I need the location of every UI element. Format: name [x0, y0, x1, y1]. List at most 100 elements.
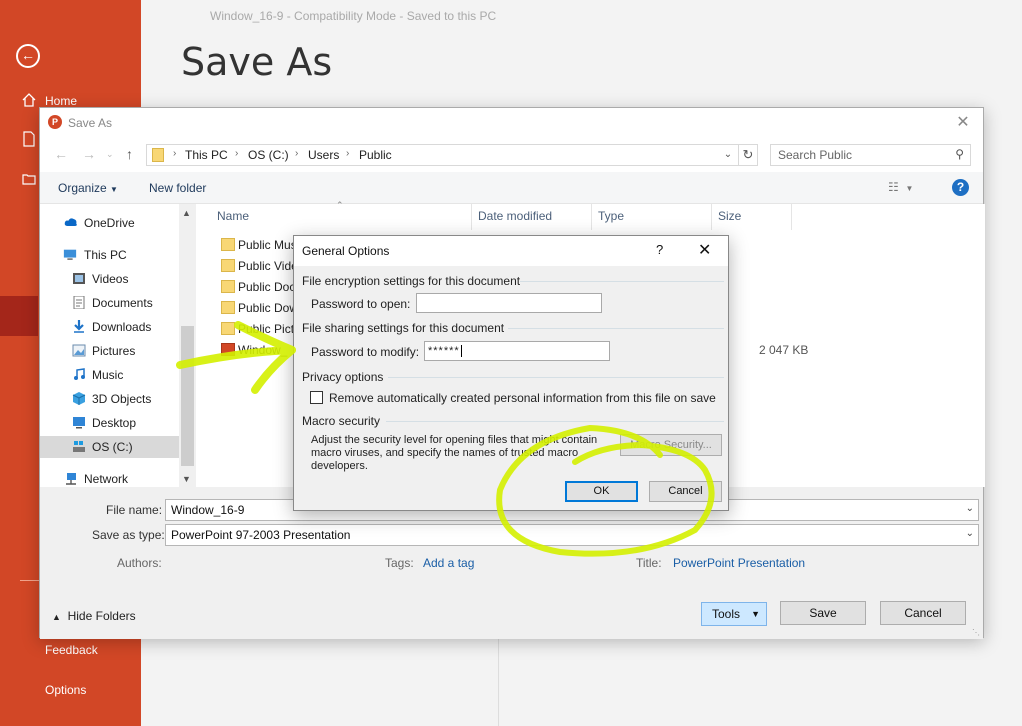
column-header-size[interactable]: Size — [718, 209, 741, 223]
sidebar-item-onedrive[interactable]: OneDrive — [40, 212, 179, 234]
divider — [20, 580, 40, 581]
search-input[interactable]: Search Public ⚲ — [770, 144, 971, 166]
sidebar-item-label: OS (C:) — [92, 440, 133, 454]
title-label: Title: — [636, 556, 662, 570]
refresh-icon[interactable]: ↻ — [738, 144, 758, 166]
password-modify-value: ****** — [428, 345, 460, 357]
drive-icon — [73, 441, 85, 452]
macro-description: Adjust the security level for opening fi… — [311, 434, 598, 472]
sidebar-item-this-pc[interactable]: This PC — [40, 244, 179, 266]
save-as-type-select[interactable]: PowerPoint 97-2003 Presentation ⌄ — [165, 524, 979, 546]
back-arrow-icon[interactable]: ← — [16, 44, 40, 68]
sidebar-item-label: OneDrive — [84, 216, 135, 230]
remove-personal-info-checkbox[interactable] — [310, 391, 323, 404]
chevron-right-icon[interactable]: › — [295, 148, 298, 159]
folder-icon — [221, 238, 235, 251]
add-tag-link[interactable]: Add a tag — [423, 556, 474, 570]
chevron-down-icon[interactable]: ⌄ — [720, 144, 736, 166]
up-arrow-icon[interactable]: ↑ — [126, 146, 133, 162]
sidebar-item-desktop[interactable]: Desktop — [40, 412, 179, 434]
help-button[interactable]: ? — [656, 242, 663, 257]
backstage-selected-item[interactable] — [0, 296, 38, 336]
sidebar-item-3d-objects[interactable]: 3D Objects — [40, 388, 179, 410]
address-bar[interactable]: › This PC › OS (C:) › Users › Public — [146, 144, 758, 166]
network-icon — [66, 473, 76, 485]
close-icon[interactable]: ✕ — [953, 112, 973, 132]
powerpoint-file-icon — [221, 343, 235, 356]
search-icon[interactable]: ⚲ — [955, 147, 964, 161]
column-header-date[interactable]: Date modified — [478, 209, 552, 223]
breadcrumb-public[interactable]: Public — [359, 148, 392, 162]
password-modify-field[interactable]: ****** — [424, 341, 610, 361]
file-name-label: File name: — [106, 503, 163, 517]
chevron-right-icon[interactable]: › — [235, 148, 238, 159]
chevron-down-icon[interactable]: ⌄ — [966, 503, 974, 514]
chevron-down-icon[interactable]: ⌄ — [966, 528, 974, 539]
caret-down-icon: ▼ — [110, 185, 118, 194]
password-open-field[interactable] — [416, 293, 602, 313]
chevron-right-icon[interactable]: › — [173, 148, 176, 159]
close-icon[interactable]: ✕ — [698, 240, 711, 260]
tools-button[interactable]: Tools ▼ — [701, 602, 767, 626]
backstage-home[interactable]: Home — [45, 94, 77, 108]
column-header-type[interactable]: Type — [598, 209, 624, 223]
sidebar-item-pictures[interactable]: Pictures — [40, 340, 179, 362]
new-folder-button[interactable]: New folder — [149, 181, 206, 195]
folder-icon — [152, 148, 164, 162]
ok-button[interactable]: OK — [565, 481, 638, 502]
sidebar-item-documents[interactable]: Documents — [40, 292, 179, 314]
address-bar-row: ← → ⌄ ↑ › This PC › OS (C:) › Users › Pu… — [40, 138, 983, 172]
scroll-up-icon[interactable]: ▲ — [182, 208, 191, 218]
help-icon[interactable]: ? — [952, 179, 969, 196]
chevron-right-icon[interactable]: › — [346, 148, 349, 159]
macro-security-button[interactable]: Macro Security... — [620, 434, 722, 456]
general-options-dialog: General Options ? ✕ File encryption sett… — [293, 235, 729, 511]
forward-arrow-icon[interactable]: → — [82, 146, 96, 162]
hide-folders-label: Hide Folders — [67, 609, 136, 623]
tools-label: Tools — [712, 607, 741, 621]
save-button[interactable]: Save — [780, 601, 866, 625]
music-icon — [74, 368, 85, 380]
save-as-type-value: PowerPoint 97-2003 Presentation — [171, 528, 351, 542]
scrollbar-thumb[interactable] — [181, 326, 194, 466]
search-placeholder: Search Public — [778, 148, 853, 162]
navigation-pane: OneDrive This PC Videos Documents Downlo… — [40, 204, 196, 487]
sidebar-item-videos[interactable]: Videos — [40, 268, 179, 290]
file-name: Public Pict — [238, 322, 295, 336]
sidebar-item-downloads[interactable]: Downloads — [40, 316, 179, 338]
resize-grip-icon[interactable]: ⋱ — [972, 628, 980, 637]
backstage-options[interactable]: Options — [45, 683, 86, 697]
cancel-button[interactable]: Cancel — [880, 601, 966, 625]
authors-label: Authors: — [117, 556, 162, 570]
sidebar-item-label: Desktop — [92, 416, 137, 430]
organize-label: Organize — [58, 181, 107, 195]
macro-heading: Macro security — [302, 414, 381, 428]
scroll-down-icon[interactable]: ▼ — [182, 474, 191, 484]
organize-button[interactable]: Organize ▼ — [58, 181, 118, 195]
scrollbar[interactable]: ▲ ▼ — [179, 204, 196, 487]
divider — [591, 204, 592, 230]
sidebar-item-music[interactable]: Music — [40, 364, 179, 386]
breadcrumb-os-c[interactable]: OS (C:) — [248, 148, 289, 162]
breadcrumb-users[interactable]: Users — [308, 148, 339, 162]
privacy-heading: Privacy options — [302, 370, 384, 384]
view-options-icon[interactable]: ☷ ▼ — [888, 180, 913, 194]
recent-locations-icon[interactable]: ⌄ — [106, 149, 114, 160]
divider — [508, 328, 724, 329]
cancel-button[interactable]: Cancel — [649, 481, 722, 502]
title-link[interactable]: PowerPoint Presentation — [673, 556, 805, 570]
password-modify-label: Password to modify: — [311, 345, 420, 359]
file-size: 2 047 KB — [759, 343, 809, 357]
dialog-title: General Options — [302, 244, 390, 258]
command-bar: Organize ▼ New folder ☷ ▼ ? — [40, 172, 983, 204]
file-name-value: Window_16-9 — [171, 503, 245, 517]
hide-folders-button[interactable]: ▲ Hide Folders — [52, 609, 136, 623]
cloud-icon — [64, 218, 77, 226]
back-arrow-icon[interactable]: ← — [54, 146, 68, 162]
column-header-name[interactable]: Name — [217, 209, 249, 223]
folder-icon — [221, 322, 235, 335]
sidebar-item-os-c[interactable]: OS (C:) — [40, 436, 179, 458]
backstage-feedback[interactable]: Feedback — [45, 643, 98, 657]
sidebar-item-label: Pictures — [92, 344, 136, 358]
breadcrumb-this-pc[interactable]: This PC — [185, 148, 228, 162]
